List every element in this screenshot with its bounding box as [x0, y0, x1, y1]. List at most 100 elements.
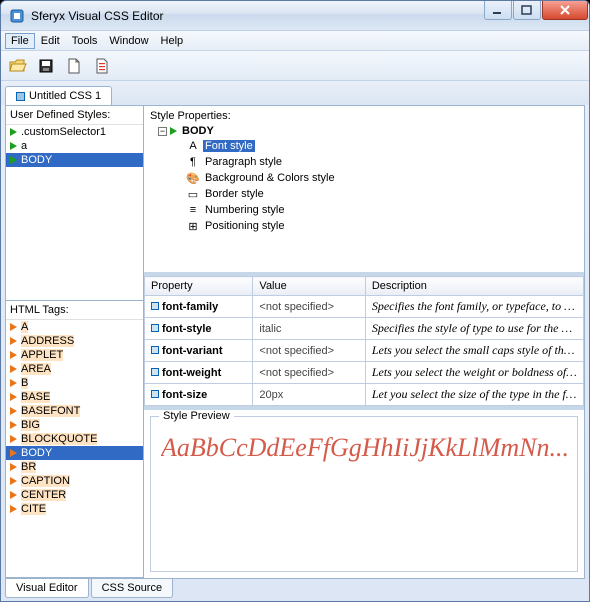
user-styles-list: .customSelector1 a BODY — [6, 125, 143, 300]
doc-tab-label: Untitled CSS 1 — [29, 90, 101, 102]
maximize-button[interactable] — [513, 1, 541, 20]
table-row[interactable]: font-variant<not specified>Lets you sele… — [145, 340, 584, 362]
tree-item[interactable]: ≡Numbering style — [158, 202, 578, 218]
style-tree: − BODY AFont style¶Paragraph style🎨Backg… — [150, 122, 578, 234]
list-item[interactable]: BODY — [6, 153, 143, 167]
square-icon — [151, 368, 159, 376]
play-icon — [10, 491, 17, 499]
bottom-tabs: Visual Editor CSS Source — [1, 579, 589, 601]
play-icon — [10, 505, 17, 513]
list-item[interactable]: BASE — [6, 390, 143, 404]
col-description[interactable]: Description — [365, 277, 583, 296]
list-item[interactable]: APPLET — [6, 348, 143, 362]
new-styled-doc-button[interactable] — [89, 54, 115, 78]
category-icon: A — [186, 139, 200, 153]
list-item[interactable]: BASEFONT — [6, 404, 143, 418]
toolbar — [1, 51, 589, 81]
property-value[interactable]: <not specified> — [253, 296, 365, 318]
property-description: Specifies the style of type to use for t… — [365, 318, 583, 340]
document-tab[interactable]: Untitled CSS 1 — [5, 86, 112, 105]
category-icon: ≡ — [186, 203, 200, 217]
category-icon: ⊞ — [186, 219, 200, 233]
menu-tools[interactable]: Tools — [66, 33, 104, 49]
app-icon — [9, 8, 25, 24]
tab-visual-editor[interactable]: Visual Editor — [5, 579, 89, 598]
property-table: Property Value Description font-family<n… — [144, 276, 584, 406]
list-item[interactable]: BLOCKQUOTE — [6, 432, 143, 446]
style-preview-sample: AaBbCcDdEeFfGgHhIiJjKkLlMmNn... — [161, 433, 567, 463]
list-item[interactable]: A — [6, 320, 143, 334]
doc-tab-icon — [16, 92, 25, 101]
window-buttons — [484, 1, 589, 30]
open-button[interactable] — [5, 54, 31, 78]
property-value[interactable]: <not specified> — [253, 340, 365, 362]
property-value[interactable]: italic — [253, 318, 365, 340]
list-item[interactable]: CENTER — [6, 488, 143, 502]
property-value[interactable]: <not specified> — [253, 362, 365, 384]
list-item[interactable]: BODY — [6, 446, 143, 460]
titlebar: Sferyx Visual CSS Editor — [1, 1, 589, 31]
tree-item[interactable]: AFont style — [158, 138, 578, 154]
style-properties-title: Style Properties: — [150, 110, 578, 122]
tree-root[interactable]: − BODY — [158, 124, 578, 138]
list-item[interactable]: AREA — [6, 362, 143, 376]
square-icon — [151, 302, 159, 310]
tree-item[interactable]: 🎨Background & Colors style — [158, 170, 578, 186]
property-description: Specifies the font family, or typeface, … — [365, 296, 583, 318]
property-name: font-style — [145, 318, 253, 340]
list-item[interactable]: B — [6, 376, 143, 390]
table-row[interactable]: font-size20pxLet you select the size of … — [145, 384, 584, 406]
menu-help[interactable]: Help — [155, 33, 190, 49]
save-button[interactable] — [33, 54, 59, 78]
list-item[interactable]: CAPTION — [6, 474, 143, 488]
category-icon: ¶ — [186, 155, 200, 169]
property-description: Let you select the size of the type in t… — [365, 384, 583, 406]
property-name: font-family — [145, 296, 253, 318]
play-icon — [10, 351, 17, 359]
right-column: Style Properties: − BODY AFont style¶Par… — [144, 106, 584, 578]
table-row[interactable]: font-weight<not specified>Lets you selec… — [145, 362, 584, 384]
list-item[interactable]: BIG — [6, 418, 143, 432]
list-item[interactable]: ADDRESS — [6, 334, 143, 348]
minimize-button[interactable] — [484, 1, 512, 20]
user-styles-panel: User Defined Styles: .customSelector1 a … — [6, 106, 143, 301]
html-tags-list: AADDRESSAPPLETAREABBASEBASEFONTBIGBLOCKQ… — [6, 320, 143, 577]
left-column: User Defined Styles: .customSelector1 a … — [6, 106, 144, 578]
play-icon — [10, 128, 17, 136]
new-doc-button[interactable] — [61, 54, 87, 78]
menu-edit[interactable]: Edit — [35, 33, 66, 49]
play-icon — [10, 337, 17, 345]
play-icon — [10, 393, 17, 401]
property-name: font-variant — [145, 340, 253, 362]
table-row[interactable]: font-family<not specified>Specifies the … — [145, 296, 584, 318]
close-button[interactable] — [542, 1, 588, 20]
tree-item[interactable]: ⊞Positioning style — [158, 218, 578, 234]
table-row[interactable]: font-styleitalicSpecifies the style of t… — [145, 318, 584, 340]
menu-file[interactable]: File — [5, 33, 35, 49]
play-icon — [10, 323, 17, 331]
play-icon — [10, 435, 17, 443]
list-item[interactable]: CITE — [6, 502, 143, 516]
collapse-icon[interactable]: − — [158, 127, 167, 136]
menubar: File Edit Tools Window Help — [1, 31, 589, 51]
col-property[interactable]: Property — [145, 277, 253, 296]
menu-window[interactable]: Window — [103, 33, 154, 49]
property-value[interactable]: 20px — [253, 384, 365, 406]
tree-item[interactable]: ▭Border style — [158, 186, 578, 202]
tab-css-source[interactable]: CSS Source — [91, 579, 174, 598]
property-description: Lets you select the weight or boldness o… — [365, 362, 583, 384]
html-tags-panel: HTML Tags: AADDRESSAPPLETAREABBASEBASEFO… — [6, 301, 143, 578]
list-item[interactable]: a — [6, 139, 143, 153]
document-tabs: Untitled CSS 1 — [1, 81, 589, 105]
play-icon — [10, 365, 17, 373]
play-icon — [10, 463, 17, 471]
list-item[interactable]: .customSelector1 — [6, 125, 143, 139]
play-icon — [170, 127, 177, 135]
property-name: font-weight — [145, 362, 253, 384]
tree-item[interactable]: ¶Paragraph style — [158, 154, 578, 170]
col-value[interactable]: Value — [253, 277, 365, 296]
list-item[interactable]: BR — [6, 460, 143, 474]
app-window: Sferyx Visual CSS Editor File Edit Tools… — [0, 0, 590, 602]
property-table-panel: Property Value Description font-family<n… — [144, 276, 584, 410]
property-description: Lets you select the small caps style of … — [365, 340, 583, 362]
